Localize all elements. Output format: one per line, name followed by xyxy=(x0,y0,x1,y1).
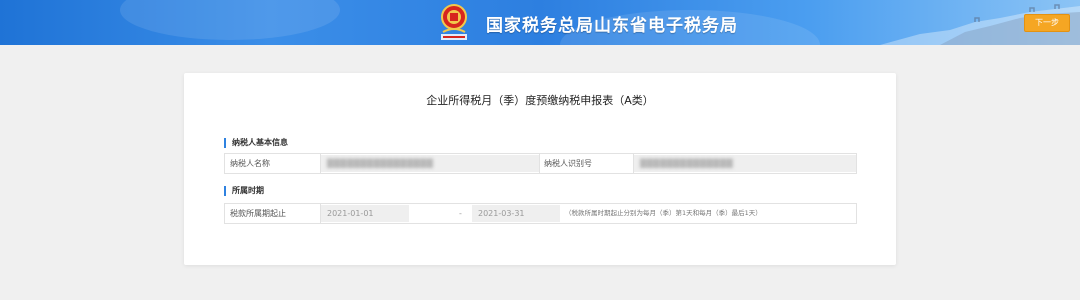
date-range-separator: - xyxy=(459,209,462,218)
taxpayer-id-field: ██████████████ xyxy=(634,155,856,172)
form-title: 企业所得税月（季）度预缴纳税申报表（A类） xyxy=(426,94,654,107)
period-heading: 所属时期 xyxy=(224,186,264,196)
period-end-field[interactable]: 2021-03-31 xyxy=(472,205,560,222)
declaration-form-card: 企业所得税月（季）度预缴纳税申报表（A类） 纳税人基本信息 纳税人名称 ████… xyxy=(184,73,896,265)
taxpayer-id-label: 纳税人识别号 xyxy=(544,159,592,168)
taxpayer-info-heading: 纳税人基本信息 xyxy=(224,138,288,148)
top-banner: 国家税务总局山东省电子税务局 下一步 xyxy=(0,0,1080,45)
taxpayer-name-label: 纳税人名称 xyxy=(230,159,270,168)
taxpayer-name-field: ████████████████ xyxy=(321,155,539,172)
period-row: 税款所属期起止 2021-01-01 - 2021-03-31 （税款所属时期起… xyxy=(224,203,857,224)
next-step-button[interactable]: 下一步 xyxy=(1024,14,1070,32)
period-start-field[interactable]: 2021-01-01 xyxy=(321,205,409,222)
taxpayer-info-row: 纳税人名称 ████████████████ 纳税人识别号 ██████████… xyxy=(224,153,857,174)
period-hint-text: （税款所属时期起止分别为每月（季）第1天和每月（季）最后1天） xyxy=(565,209,762,217)
taxpayer-name-value: ████████████████ xyxy=(327,159,434,168)
tax-emblem-icon xyxy=(441,4,467,40)
taxpayer-id-value: ██████████████ xyxy=(640,159,734,168)
banner-cloud-decoration xyxy=(120,0,340,40)
period-label: 税款所属期起止 xyxy=(230,209,286,218)
site-title: 国家税务总局山东省电子税务局 xyxy=(486,16,738,36)
